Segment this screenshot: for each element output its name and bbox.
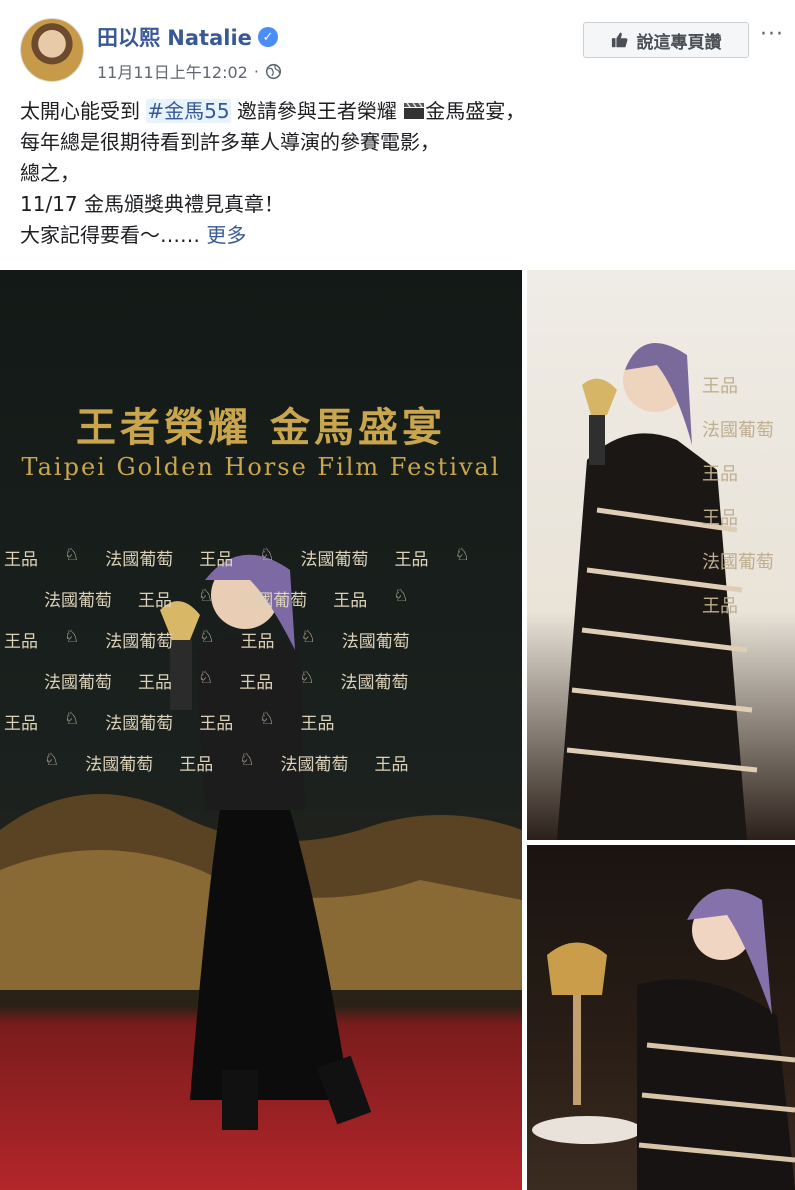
side-logo-wall: 王品 法國葡萄 王品 王品 法國葡萄 王品 [702, 376, 774, 617]
author-name-link[interactable]: 田以熙 Natalie ✓ [97, 22, 278, 52]
post-meta: 11月11日上午12:02 · [97, 59, 282, 83]
thumbs-up-icon [611, 32, 627, 48]
logo-row: ♘ 法國葡萄 王品 ♘ 法國葡萄 王品 [44, 750, 409, 775]
logo-row: 王品 ♘ 法國葡萄 王品 ♘ 王品 [4, 709, 335, 734]
logo-row: 法國葡萄 王品 ♘ 法國葡萄 王品 ♘ [44, 586, 409, 611]
clapper-board-icon [404, 102, 425, 119]
avatar[interactable] [20, 18, 84, 82]
meta-separator: · [253, 61, 259, 81]
backdrop-title-en: Taipei Golden Horse Film Festival [21, 453, 501, 481]
more-options-button[interactable]: ··· [760, 22, 784, 47]
text-line-5: 大家記得要看～…… 更多 [20, 223, 247, 247]
sponsor-logo-wall: 王品 ♘ 法國葡萄 王品 ♘ 法國葡萄 王品 ♘ 法國葡萄 王品 ♘ 法國葡萄 王品 ♘ 王品 ♘ 法國葡萄… [0, 545, 522, 791]
facebook-post: 田以熙 Natalie ✓ 11月11日上午12:02 · 說這專頁讚 ··· … [0, 0, 795, 1190]
backdrop-title-cn: 王者榮耀 金馬盛宴 [76, 404, 446, 451]
post-text: 太開心能受到 #金馬55 邀請參與王者榮耀 金馬盛宴， 每年總是很期待看到許多華… [20, 96, 780, 251]
see-more-link[interactable]: 更多 [206, 223, 246, 247]
text-line-2: 每年總是很期待看到許多華人導演的參賽電影， [20, 130, 440, 154]
author-name[interactable]: 田以熙 Natalie [97, 22, 252, 52]
logo-row: 王品 ♘ 法國葡萄 王品 ♘ 法國葡萄 王品 ♘ [4, 545, 470, 570]
text-line-3: 總之， [20, 161, 80, 185]
hashtag-link[interactable]: #金馬55 [146, 99, 231, 123]
photo-top-right-portrait[interactable]: 王品 法國葡萄 王品 王品 法國葡萄 王品 [527, 270, 795, 840]
photo-bottom-right-dinner[interactable] [527, 845, 795, 1190]
logo-row: 法國葡萄 王品 ♘ 王品 ♘ 法國葡萄 [44, 668, 409, 693]
like-page-label: 說這專頁讚 [636, 32, 722, 53]
verified-badge-icon: ✓ [257, 27, 278, 47]
dinner-scene [532, 888, 795, 1190]
post-timestamp[interactable]: 11月11日上午12:02 [97, 59, 248, 83]
photo-main-red-carpet[interactable]: 王者榮耀 金馬盛宴 Taipei Golden Horse Film Festi… [0, 270, 522, 1190]
globe-icon[interactable] [265, 63, 282, 80]
text-line-4: 11/17 金馬頒獎典禮見真章！ [20, 192, 284, 216]
text-line-1: 太開心能受到 #金馬55 邀請參與王者榮耀 金馬盛宴， [20, 99, 526, 123]
logo-row: 王品 ♘ 法國葡萄 ♘ 王品 ♘ 法國葡萄 [4, 627, 410, 652]
like-page-button[interactable]: 說這專頁讚 [583, 22, 749, 58]
